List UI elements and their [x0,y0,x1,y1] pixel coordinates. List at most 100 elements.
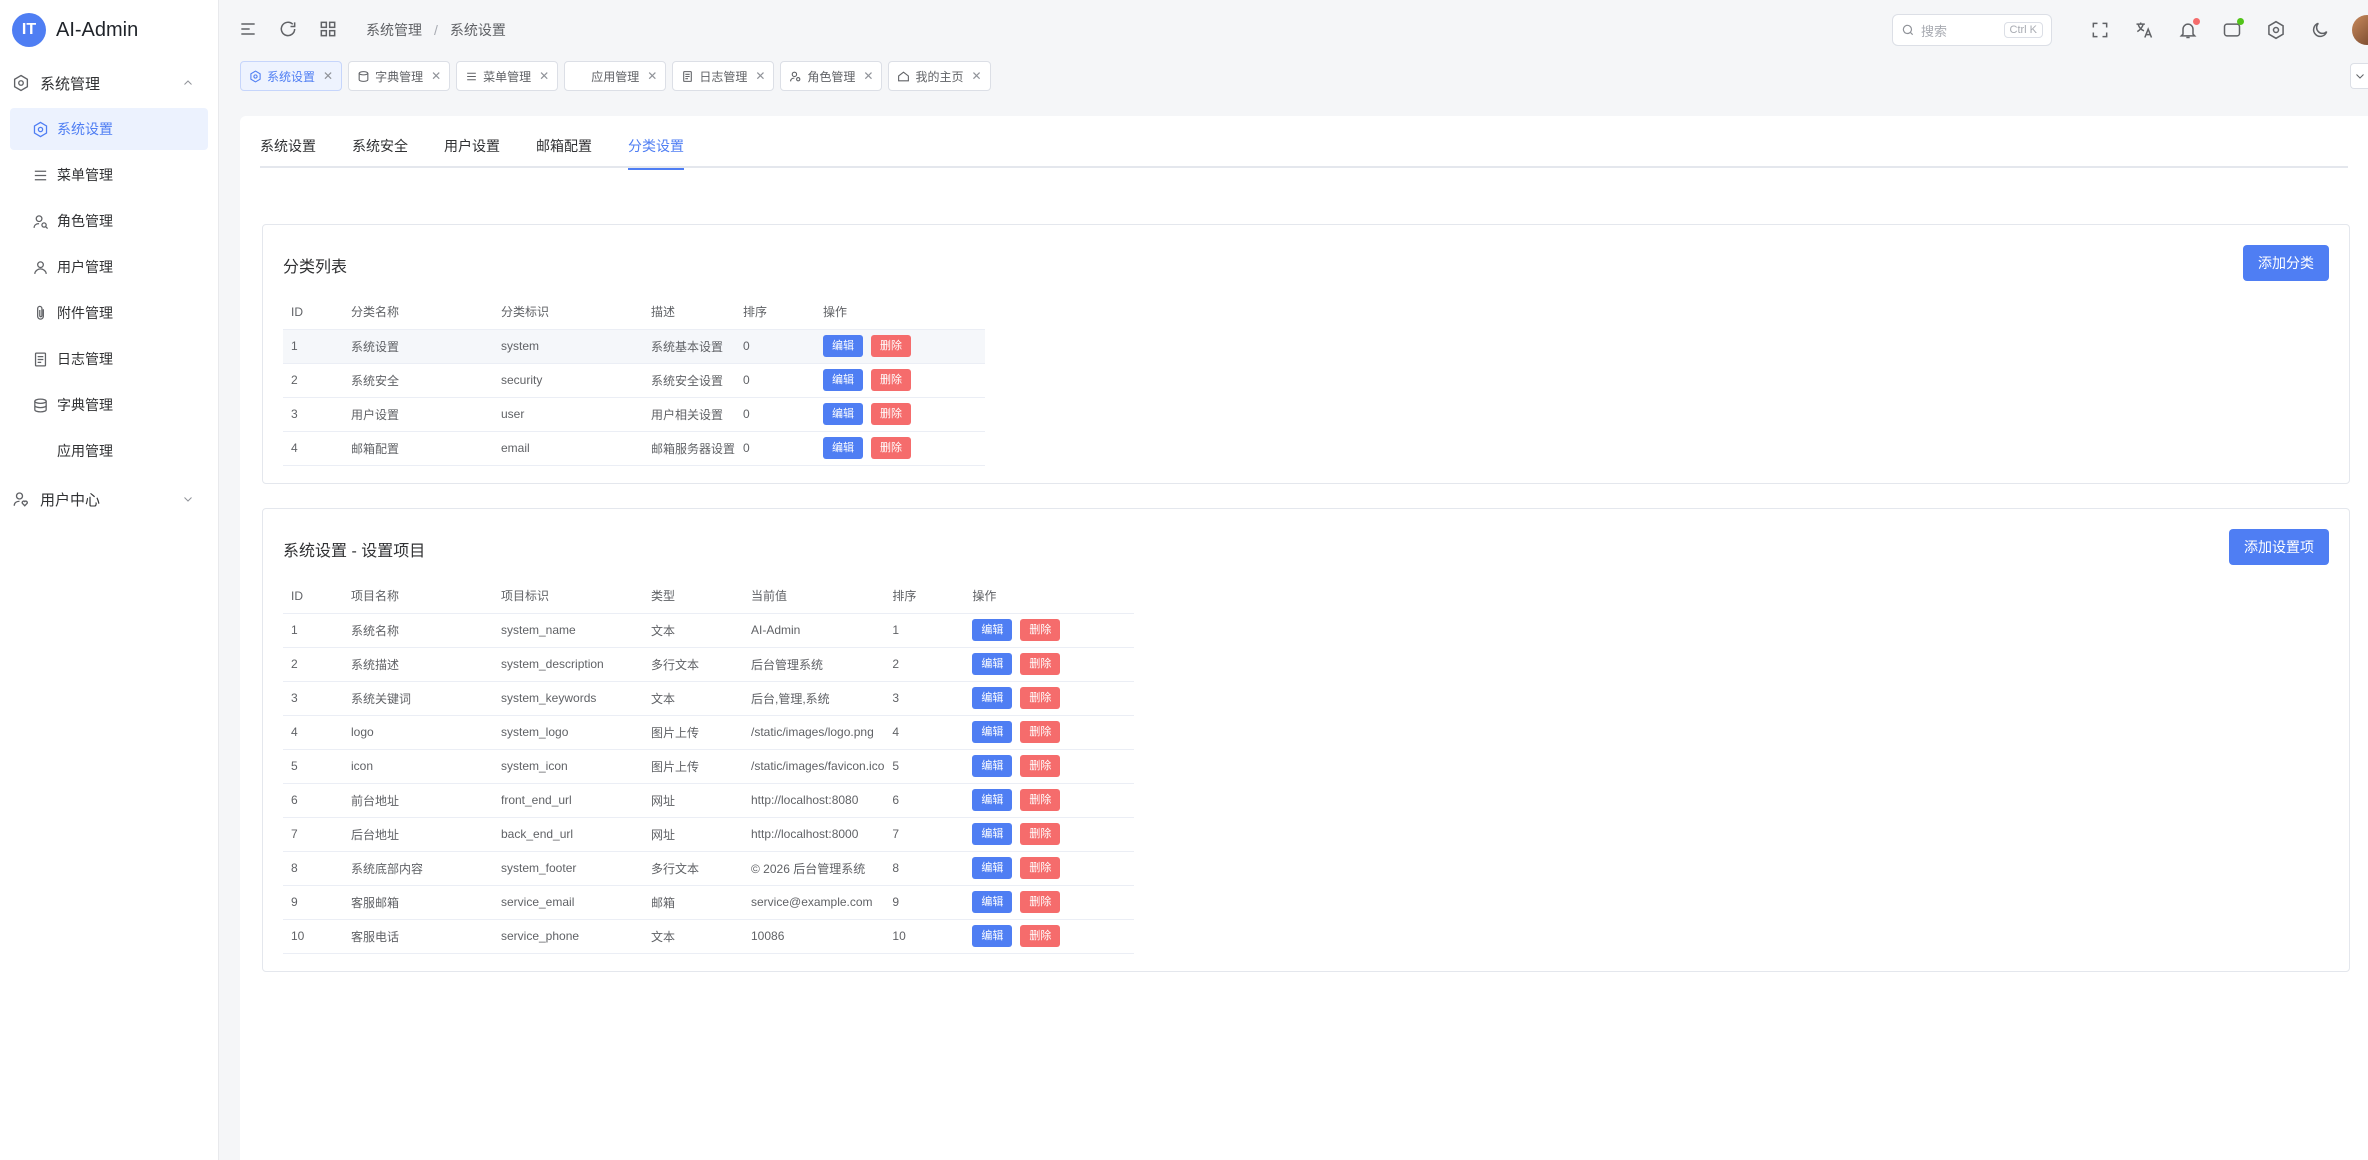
delete-button[interactable]: 删除 [1020,687,1061,709]
tab-email-config[interactable]: 邮箱配置 [536,134,592,168]
tag-logs[interactable]: 日志管理 ✕ [672,61,775,91]
database-icon [357,70,370,83]
delete-button[interactable]: 删除 [1020,755,1061,777]
tag-home[interactable]: 我的主页 ✕ [888,61,991,91]
tabs-more-button[interactable] [2350,63,2368,89]
table-cell: system_icon [493,749,643,784]
collapse-sidebar-icon[interactable] [238,19,260,41]
column-header: 操作 [815,295,986,330]
dark-mode-icon[interactable] [2310,20,2330,40]
sidebar-group-system[interactable]: 系统管理 [0,60,218,106]
add-setting-button[interactable]: 添加设置项 [2229,529,2329,565]
add-category-button[interactable]: 添加分类 [2243,245,2329,281]
column-header: ID [283,579,343,614]
row-actions: 编辑 删除 [964,851,1135,886]
delete-button[interactable]: 删除 [871,437,912,459]
breadcrumb-item[interactable]: 系统管理 [366,20,422,40]
table-cell: 文本 [643,681,743,716]
close-icon[interactable]: ✕ [323,69,333,83]
close-icon[interactable]: ✕ [431,69,441,83]
table-cell: © 2026 后台管理系统 [743,851,885,886]
settings-icon[interactable] [2266,20,2286,40]
delete-button[interactable]: 删除 [871,335,912,357]
edit-button[interactable]: 编辑 [972,891,1013,913]
edit-button[interactable]: 编辑 [972,789,1013,811]
sidebar-item-menus[interactable]: 菜单管理 [10,154,208,196]
search-input[interactable]: 搜索 Ctrl K [1892,14,2052,46]
table-cell: 用户相关设置 [643,397,736,432]
breadcrumb: 系统管理 / 系统设置 [366,20,506,40]
tabs-bar: 系统设置 ✕ 字典管理 ✕ 菜单管理 ✕ 应用管理 ✕ 日志管理 ✕ 角色管理 … [220,60,2368,92]
edit-button[interactable]: 编辑 [823,437,864,459]
edit-button[interactable]: 编辑 [972,925,1013,947]
delete-button[interactable]: 删除 [1020,925,1061,947]
delete-button[interactable]: 删除 [871,403,912,425]
table-row: 6 前台地址 front_end_url 网址 http://localhost:808… [283,783,1135,818]
gear-icon [12,74,30,92]
table-cell: system_description [493,647,643,682]
edit-button[interactable]: 编辑 [972,619,1013,641]
sidebar-group-user-center[interactable]: 用户中心 [0,476,218,522]
delete-button[interactable]: 删除 [871,369,912,391]
delete-button[interactable]: 删除 [1020,789,1061,811]
translate-icon[interactable] [2134,20,2154,40]
message-icon[interactable] [2222,18,2244,40]
sidebar-item-apps[interactable]: 应用管理 [10,430,208,472]
sidebar-item-attachments[interactable]: 附件管理 [10,292,208,334]
delete-button[interactable]: 删除 [1020,653,1061,675]
sidebar-item-label: 应用管理 [57,443,113,459]
table-cell: system_keywords [493,681,643,716]
close-icon[interactable]: ✕ [539,69,549,83]
search-shortcut: Ctrl K [2003,22,2043,38]
close-icon[interactable]: ✕ [863,69,873,83]
table-cell: system [493,329,643,364]
table-cell: icon [343,749,493,784]
edit-button[interactable]: 编辑 [972,653,1013,675]
tag-system-settings[interactable]: 系统设置 ✕ [240,61,343,91]
edit-button[interactable]: 编辑 [972,823,1013,845]
sidebar-item-system-settings[interactable]: 系统设置 [10,108,208,150]
sidebar-item-users[interactable]: 用户管理 [10,246,208,288]
tag-roles[interactable]: 角色管理 ✕ [780,61,883,91]
user-avatar[interactable] [2352,15,2368,45]
apps-grid-icon[interactable] [318,19,340,41]
table-cell: 9 [884,885,965,920]
close-icon[interactable]: ✕ [755,69,765,83]
tag-dictionary[interactable]: 字典管理 ✕ [348,61,451,91]
sidebar-item-roles[interactable]: 角色管理 [10,200,208,242]
tag-menus[interactable]: 菜单管理 ✕ [456,61,559,91]
close-icon[interactable]: ✕ [647,69,657,83]
column-header: ID [283,295,343,330]
sidebar-item-dictionary[interactable]: 字典管理 [10,384,208,426]
tab-user-settings[interactable]: 用户设置 [444,134,500,168]
edit-button[interactable]: 编辑 [823,369,864,391]
delete-button[interactable]: 删除 [1020,823,1061,845]
table-row: 2 系统描述 system_description 多行文本 后台管理系统 2 编辑 删除 [283,647,1135,682]
edit-button[interactable]: 编辑 [972,687,1013,709]
table-cell: 0 [735,397,816,432]
edit-button[interactable]: 编辑 [972,755,1013,777]
table-row: 1 系统名称 system_name 文本 AI-Admin 1 编辑 删除 [283,613,1135,648]
edit-button[interactable]: 编辑 [972,857,1013,879]
sidebar-item-logs[interactable]: 日志管理 [10,338,208,380]
tab-system-settings[interactable]: 系统设置 [260,134,316,168]
fullscreen-icon[interactable] [2090,20,2110,40]
tag-apps[interactable]: 应用管理 ✕ [564,61,667,91]
refresh-icon[interactable] [278,19,300,41]
edit-button[interactable]: 编辑 [823,403,864,425]
table-cell: 1 [283,329,343,364]
delete-button[interactable]: 删除 [1020,721,1061,743]
edit-button[interactable]: 编辑 [972,721,1013,743]
tab-category-settings[interactable]: 分类设置 [628,134,684,170]
delete-button[interactable]: 删除 [1020,619,1061,641]
close-icon[interactable]: ✕ [971,69,981,83]
delete-button[interactable]: 删除 [1020,891,1061,913]
table-cell: front_end_url [493,783,643,818]
notification-bell-icon[interactable] [2178,18,2200,40]
role-icon [789,70,802,83]
brand[interactable]: IT AI-Admin [0,0,218,60]
sidebar-item-label: 系统设置 [57,121,113,137]
delete-button[interactable]: 删除 [1020,857,1061,879]
edit-button[interactable]: 编辑 [823,335,864,357]
tab-system-security[interactable]: 系统安全 [352,134,408,168]
